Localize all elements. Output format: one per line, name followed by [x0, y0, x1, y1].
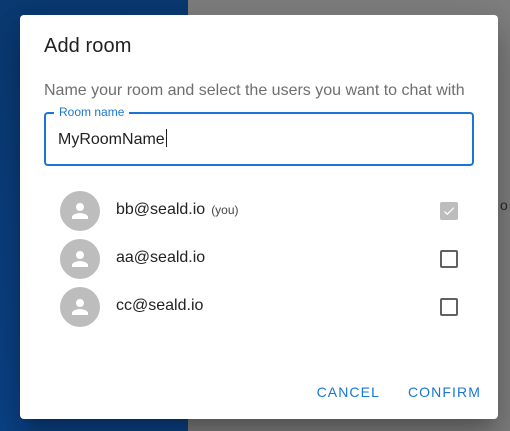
- user-checkbox: [440, 202, 458, 220]
- list-item[interactable]: cc@seald.io: [60, 283, 480, 331]
- user-checkbox[interactable]: [440, 298, 458, 316]
- person-icon: [72, 203, 88, 219]
- text-caret: [165, 129, 167, 147]
- user-list: bb@seald.io (you) aa@seald.io cc@seald.io: [60, 187, 480, 331]
- check-icon: [443, 207, 455, 216]
- room-name-input[interactable]: MyRoomName: [58, 129, 460, 151]
- dialog-actions: CANCEL CONFIRM: [317, 384, 481, 400]
- dialog-title: Add room: [44, 35, 132, 57]
- user-email-text: bb@seald.io: [116, 201, 206, 218]
- avatar: [60, 191, 100, 231]
- avatar: [60, 287, 100, 327]
- cancel-button[interactable]: CANCEL: [317, 384, 380, 400]
- room-name-field[interactable]: Room name MyRoomName: [44, 105, 474, 166]
- user-checkbox[interactable]: [440, 250, 458, 268]
- user-email: cc@seald.io: [116, 297, 203, 315]
- list-item[interactable]: bb@seald.io (you): [60, 187, 480, 235]
- dialog-description: Name your room and select the users you …: [44, 82, 465, 99]
- room-name-label: Room name: [54, 105, 130, 119]
- confirm-button[interactable]: CONFIRM: [408, 384, 481, 400]
- user-email-text: cc@seald.io: [116, 297, 204, 314]
- avatar: [60, 239, 100, 279]
- list-item[interactable]: aa@seald.io: [60, 235, 480, 283]
- person-icon: [72, 299, 88, 315]
- room-name-value: MyRoomName: [58, 131, 165, 148]
- user-email-text: aa@seald.io: [116, 249, 206, 266]
- you-tag: (you): [211, 203, 239, 217]
- user-email: aa@seald.io: [116, 249, 205, 267]
- user-email: bb@seald.io (you): [116, 201, 239, 219]
- add-room-dialog: Add room Name your room and select the u…: [20, 15, 498, 419]
- background-text: o c: [500, 197, 510, 213]
- person-icon: [72, 251, 88, 267]
